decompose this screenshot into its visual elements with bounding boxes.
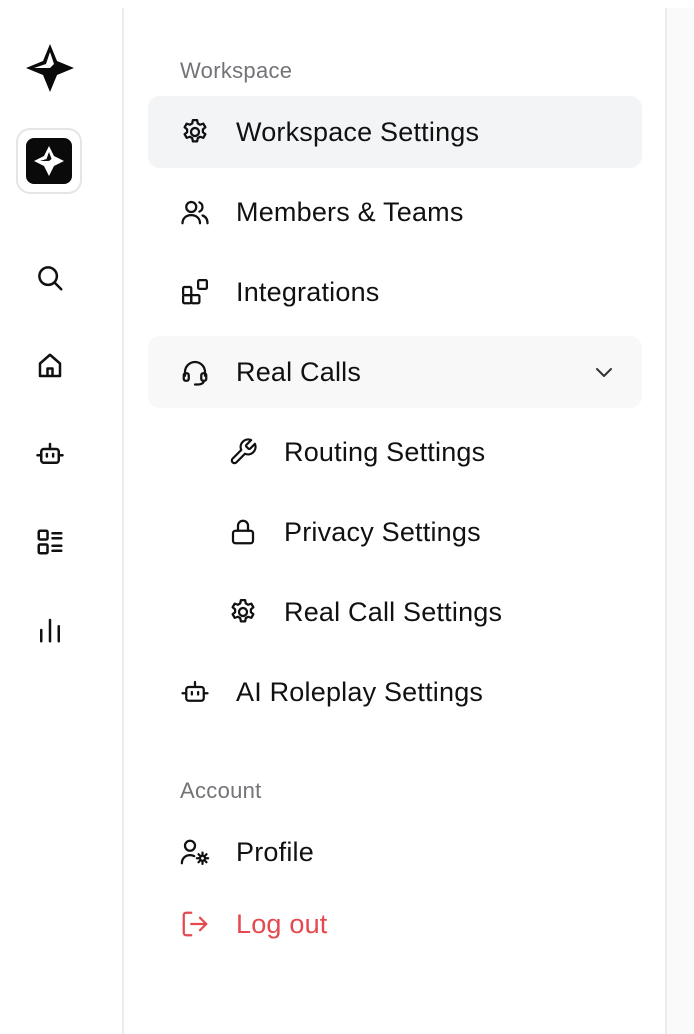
nav-item-workspace-settings[interactable]: Workspace Settings <box>148 96 642 168</box>
nav-item-ai-roleplay-settings[interactable]: AI Roleplay Settings <box>148 656 642 728</box>
nav-item-profile[interactable]: Profile <box>148 816 642 888</box>
section-label-workspace: Workspace <box>180 58 293 83</box>
icon-rail <box>0 8 124 1034</box>
integrations-icon <box>178 275 212 309</box>
home-icon[interactable] <box>22 338 78 394</box>
lock-icon <box>226 515 260 549</box>
nav-item-integrations[interactable]: Integrations <box>148 256 642 328</box>
nav-item-label: Real Calls <box>236 356 362 387</box>
nav-item-log-out[interactable]: Log out <box>148 888 642 960</box>
user-gear-icon <box>178 835 212 869</box>
bar-chart-icon[interactable] <box>22 602 78 658</box>
nav-item-label: Workspace Settings <box>236 116 480 147</box>
nav-item-label: Integrations <box>236 276 380 307</box>
nav-item-label: Log out <box>236 908 328 939</box>
bot-icon <box>178 675 212 709</box>
gear-icon <box>178 115 212 149</box>
users-icon <box>178 195 212 229</box>
nav-item-label: Routing Settings <box>284 436 486 467</box>
nav-item-routing-settings[interactable]: Routing Settings <box>148 416 642 488</box>
nav-item-label: Real Call Settings <box>284 596 503 627</box>
nav-item-label: Members & Teams <box>236 196 464 227</box>
chevron-down-icon[interactable] <box>592 360 616 389</box>
logout-icon <box>178 907 212 941</box>
gear-icon <box>226 595 260 629</box>
workspace-icon <box>26 138 72 184</box>
nav-item-real-calls[interactable]: Real Calls <box>148 336 642 408</box>
nav-item-privacy-settings[interactable]: Privacy Settings <box>148 496 642 568</box>
section-label-account: Account <box>180 778 262 803</box>
nav-item-label: AI Roleplay Settings <box>236 676 484 707</box>
settings-app: Workspace Workspace Settings Members & T… <box>0 0 694 1034</box>
nav-item-label: Privacy Settings <box>284 516 481 547</box>
content-pane-edge <box>667 8 694 1034</box>
list-icon[interactable] <box>22 514 78 570</box>
wrench-icon <box>226 435 260 469</box>
bot-icon[interactable] <box>22 426 78 482</box>
search-icon[interactable] <box>22 250 78 306</box>
logo-icon[interactable] <box>22 40 78 96</box>
nav-item-members-teams[interactable]: Members & Teams <box>148 176 642 248</box>
nav-item-label: Profile <box>236 836 314 867</box>
headset-icon <box>178 355 212 389</box>
nav-item-real-call-settings[interactable]: Real Call Settings <box>148 576 642 648</box>
workspace-button[interactable] <box>16 128 82 194</box>
settings-nav: Workspace Workspace Settings Members & T… <box>124 8 667 1034</box>
